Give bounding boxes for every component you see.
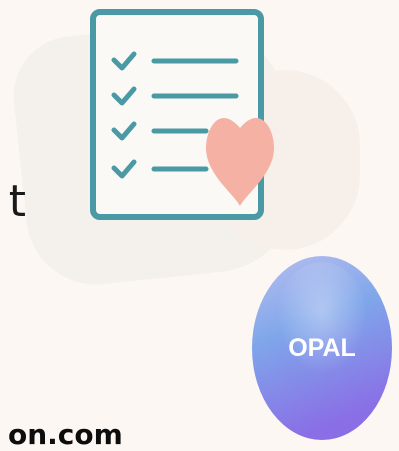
checklist-heart-icon xyxy=(90,9,274,220)
opal-logo-text: OPAL xyxy=(288,334,356,362)
cropped-heading-text: t xyxy=(0,172,26,232)
cropped-heading-letter: t xyxy=(8,176,26,227)
opal-logo: OPAL xyxy=(252,256,392,440)
website-url-text: on.com xyxy=(8,418,123,451)
opal-gem-highlight xyxy=(272,262,372,402)
